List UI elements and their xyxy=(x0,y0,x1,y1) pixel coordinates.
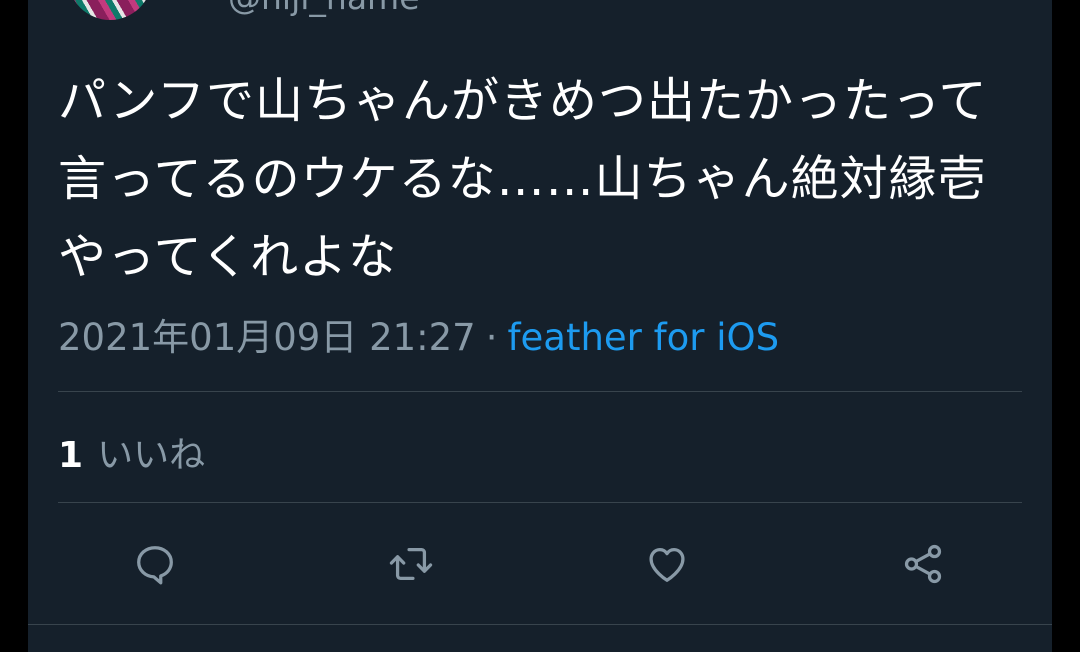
share-icon xyxy=(904,544,942,584)
meta-separator: · xyxy=(485,316,498,359)
tweet-detail-card: @niji_hame パンフで山ちゃんがきめつ出たかったって言ってるのウケるな…… xyxy=(28,0,1052,652)
source-link[interactable]: feather for iOS xyxy=(507,316,779,359)
bottom-divider xyxy=(28,624,1052,625)
share-button[interactable] xyxy=(896,537,950,591)
avatar[interactable] xyxy=(68,0,152,20)
reply-button[interactable] xyxy=(128,537,182,591)
retweet-icon xyxy=(389,547,433,581)
divider xyxy=(58,502,1022,503)
user-handle[interactable]: @niji_hame xyxy=(228,0,420,17)
tweet-timestamp: 2021年01月09日 21:27 xyxy=(58,316,476,359)
heart-icon xyxy=(649,547,685,582)
retweet-button[interactable] xyxy=(384,537,438,591)
like-button[interactable] xyxy=(640,537,694,591)
reply-icon xyxy=(137,546,173,585)
tweet-text: パンフで山ちゃんがきめつ出たかったって言ってるのウケるな……山ちゃん絶対縁壱やっ… xyxy=(58,73,988,285)
likes-summary[interactable]: 1 いいね xyxy=(58,426,205,478)
tweet-meta: 2021年01月09日 21:27 · feather for iOS xyxy=(58,307,779,361)
likes-count: 1 xyxy=(58,435,84,476)
likes-label: いいね xyxy=(97,435,206,476)
divider xyxy=(58,391,1022,392)
